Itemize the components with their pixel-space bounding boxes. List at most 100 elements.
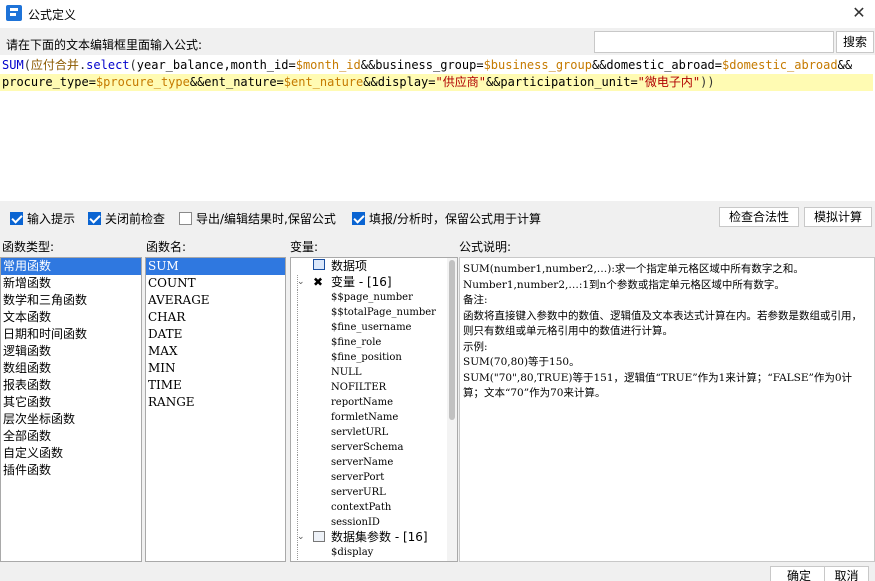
- search-input[interactable]: [594, 31, 834, 53]
- func-name-list[interactable]: SUM COUNT AVERAGE CHAR DATE MAX MIN TIME RANGE: [145, 257, 286, 562]
- variable-item[interactable]: reportName: [291, 395, 457, 410]
- variable-item[interactable]: formletName: [291, 410, 457, 425]
- formula-token: $business_group: [483, 58, 592, 72]
- collapse-icon[interactable]: ⌄: [297, 275, 305, 290]
- variable-item[interactable]: $fine_username: [291, 320, 457, 335]
- func-name-item[interactable]: TIME: [146, 377, 285, 394]
- func-type-item[interactable]: 全部函数: [1, 428, 141, 445]
- func-type-item[interactable]: 报表函数: [1, 377, 141, 394]
- variable-item[interactable]: NOFILTER: [291, 380, 457, 395]
- tree-line: [297, 470, 298, 485]
- variable-tree[interactable]: 数据项 ⌄ ✖ 变量 - [16] $$page_number $$totalPage_n…: [290, 257, 458, 562]
- title-bar: 公式定义 ✕: [0, 0, 875, 28]
- tree-line: [297, 290, 298, 305]
- func-type-item[interactable]: 自定义函数: [1, 445, 141, 462]
- func-type-item[interactable]: 其它函数: [1, 394, 141, 411]
- check-before-close-checkbox[interactable]: 关闭前检查: [88, 210, 165, 226]
- variable-item[interactable]: $fine_role: [291, 335, 457, 350]
- tree-node-dataset-params[interactable]: ⌄ 数据集参数 - [16]: [291, 530, 457, 545]
- variable-item[interactable]: contextPath: [291, 500, 457, 515]
- tree-line: [297, 440, 298, 455]
- keep-formula-export-checkbox[interactable]: 导出/编辑结果时,保留公式: [179, 210, 336, 226]
- formula-token: $month_id: [295, 58, 361, 72]
- func-type-item[interactable]: 日期和时间函数: [1, 326, 141, 343]
- variable-scrollbar[interactable]: [447, 258, 457, 561]
- tree-line: [297, 455, 298, 470]
- formula-token: &&: [837, 58, 853, 72]
- variable-item[interactable]: NULL: [291, 365, 457, 380]
- tree-line: [297, 380, 298, 395]
- func-type-item[interactable]: 层次坐标函数: [1, 411, 141, 428]
- func-type-item[interactable]: 数组函数: [1, 360, 141, 377]
- collapse-icon[interactable]: ⌄: [297, 530, 305, 545]
- tree-line: [297, 545, 298, 560]
- dataset-icon: [313, 531, 325, 542]
- formula-token: &&domestic_abroad=: [591, 58, 722, 72]
- scrollbar-thumb[interactable]: [449, 260, 455, 420]
- checkbox-icon: [88, 211, 101, 225]
- tree-line: [297, 500, 298, 515]
- tree-node-variables[interactable]: ⌄ ✖ 变量 - [16]: [291, 275, 457, 290]
- variable-name: contextPath: [331, 502, 392, 513]
- func-type-item[interactable]: 逻辑函数: [1, 343, 141, 360]
- tree-line: [297, 365, 298, 380]
- variable-name: serverSchema: [331, 442, 404, 453]
- formula-token: (: [129, 58, 137, 72]
- tree-line: [297, 350, 298, 365]
- keep-formula-fill-checkbox[interactable]: 填报/分析时，保留公式用于计算: [352, 210, 541, 226]
- func-type-item[interactable]: 常用函数: [1, 258, 141, 275]
- variable-name: NULL: [331, 367, 362, 378]
- func-name-item[interactable]: AVERAGE: [146, 292, 285, 309]
- check-validity-button[interactable]: 检查合法性: [719, 207, 799, 227]
- func-name-item[interactable]: CHAR: [146, 309, 285, 326]
- keep-formula-export-label: 导出/编辑结果时,保留公式: [196, 211, 336, 226]
- formula-token: "供应商": [435, 75, 486, 89]
- tree-line: [297, 515, 298, 530]
- dataset-param-item[interactable]: $display: [291, 545, 457, 560]
- variable-item[interactable]: $fine_position: [291, 350, 457, 365]
- variable-label: 变量:: [290, 240, 319, 254]
- formula-token: )): [700, 75, 715, 89]
- func-name-item[interactable]: MAX: [146, 343, 285, 360]
- variable-item[interactable]: serverSchema: [291, 440, 457, 455]
- dataset-group-label: 数据集参数 - [16]: [331, 530, 428, 544]
- simulate-button[interactable]: 模拟计算: [804, 207, 872, 227]
- func-name-item[interactable]: DATE: [146, 326, 285, 343]
- tree-node-data-item[interactable]: 数据项: [291, 258, 457, 275]
- variable-name: $$page_number: [331, 292, 413, 303]
- variable-item[interactable]: serverName: [291, 455, 457, 470]
- variable-name: sessionID: [331, 517, 380, 528]
- variable-item[interactable]: serverPort: [291, 470, 457, 485]
- variable-item[interactable]: sessionID: [291, 515, 457, 530]
- close-icon[interactable]: ✕: [849, 3, 869, 23]
- search-button[interactable]: 搜索: [836, 31, 874, 53]
- func-type-list[interactable]: 常用函数 新增函数 数学和三角函数 文本函数 日期和时间函数 逻辑函数 数组函数 报表函数 其它…: [0, 257, 142, 562]
- variable-name: NOFILTER: [331, 382, 387, 393]
- variable-name: $fine_username: [331, 322, 412, 333]
- variable-item[interactable]: servletURL: [291, 425, 457, 440]
- variable-item[interactable]: $$page_number: [291, 290, 457, 305]
- func-type-item[interactable]: 插件函数: [1, 462, 141, 479]
- dataset-param-name: $display: [331, 547, 374, 558]
- variable-item[interactable]: serverURL: [291, 485, 457, 500]
- editor-prompt: 请在下面的文本编辑框里面输入公式:: [6, 38, 203, 52]
- cancel-button[interactable]: 取消: [824, 566, 869, 581]
- formula-line-2: procure_type=$procure_type&&ent_nature=$…: [0, 74, 873, 91]
- input-hint-label: 输入提示: [27, 211, 76, 226]
- table-icon: [313, 259, 325, 270]
- variable-item[interactable]: $$totalPage_number: [291, 305, 457, 320]
- description-paragraph: SUM("70",80,TRUE)等于151，逻辑值“TRUE”作为1来计算；“…: [463, 371, 853, 400]
- func-type-item[interactable]: 数学和三角函数: [1, 292, 141, 309]
- formula-editor[interactable]: SUM(应付合并.select(year_balance,month_id=$m…: [0, 55, 875, 201]
- description-paragraph: SUM(number1,number2,…):求一个指定单元格区域中所有数字之和…: [463, 263, 804, 275]
- func-name-item[interactable]: SUM: [146, 258, 285, 275]
- func-name-item[interactable]: MIN: [146, 360, 285, 377]
- func-type-item[interactable]: 新增函数: [1, 275, 141, 292]
- func-name-item[interactable]: RANGE: [146, 394, 285, 411]
- ok-button[interactable]: 确定: [770, 566, 828, 581]
- func-name-item[interactable]: COUNT: [146, 275, 285, 292]
- input-hint-checkbox[interactable]: 输入提示: [10, 210, 75, 226]
- formula-token: 应付合并: [30, 58, 79, 72]
- variable-group-label: 变量 - [16]: [331, 275, 392, 289]
- func-type-item[interactable]: 文本函数: [1, 309, 141, 326]
